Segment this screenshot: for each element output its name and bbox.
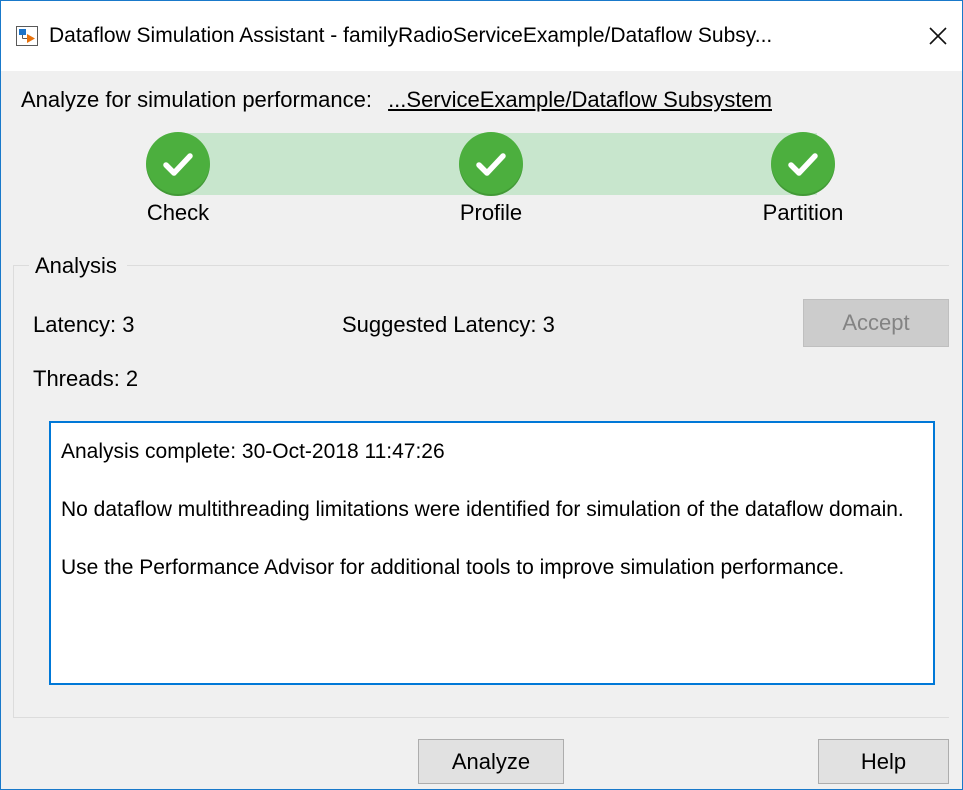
window-title: Dataflow Simulation Assistant - familyRa… — [49, 24, 773, 47]
group-border-bottom — [13, 717, 949, 718]
step-profile: Profile — [411, 132, 571, 226]
title-bar: Dataflow Simulation Assistant - familyRa… — [1, 1, 962, 71]
analysis-results-box: Analysis complete: 30-Oct-2018 11:47:26 … — [49, 421, 935, 685]
check-status-indicator — [146, 132, 210, 196]
group-border-top-right — [127, 265, 949, 266]
close-button[interactable] — [921, 19, 955, 53]
group-border-top-left — [13, 265, 29, 266]
subsystem-link[interactable]: ...ServiceExample/Dataflow Subsystem — [388, 87, 772, 112]
checkmark-icon — [163, 153, 193, 176]
checkmark-icon — [476, 153, 506, 176]
analyze-button[interactable]: Analyze — [418, 739, 564, 784]
help-button[interactable]: Help — [818, 739, 949, 784]
accept-button[interactable]: Accept — [803, 299, 949, 347]
limitations-message: No dataflow multithreading limitations w… — [61, 498, 904, 521]
latency-value: Latency: 3 — [33, 312, 135, 337]
analysis-group-title: Analysis — [33, 253, 119, 279]
simulink-icon — [16, 26, 38, 46]
step-label-check: Check — [146, 200, 210, 225]
dialog-window: Dataflow Simulation Assistant - familyRa… — [0, 0, 963, 790]
profile-status-indicator — [459, 132, 523, 196]
partition-status-indicator — [771, 132, 835, 196]
analysis-target-row: Analyze for simulation performance: ...S… — [21, 87, 772, 113]
threads-value: Threads: 2 — [33, 366, 139, 391]
step-partition: Partition — [723, 132, 883, 226]
step-label-partition: Partition — [762, 200, 844, 225]
step-check: Check — [98, 132, 258, 226]
suggested-latency-value: Suggested Latency: 3 — [342, 312, 555, 337]
step-label-profile: Profile — [459, 200, 523, 225]
analysis-complete-message: Analysis complete: 30-Oct-2018 11:47:26 — [61, 440, 445, 463]
group-border-left — [13, 265, 14, 717]
performance-advisor-message: Use the Performance Advisor for addition… — [61, 556, 845, 579]
checkmark-icon — [788, 153, 818, 176]
analysis-target-label: Analyze for simulation performance: — [21, 87, 372, 112]
close-icon — [929, 27, 947, 45]
